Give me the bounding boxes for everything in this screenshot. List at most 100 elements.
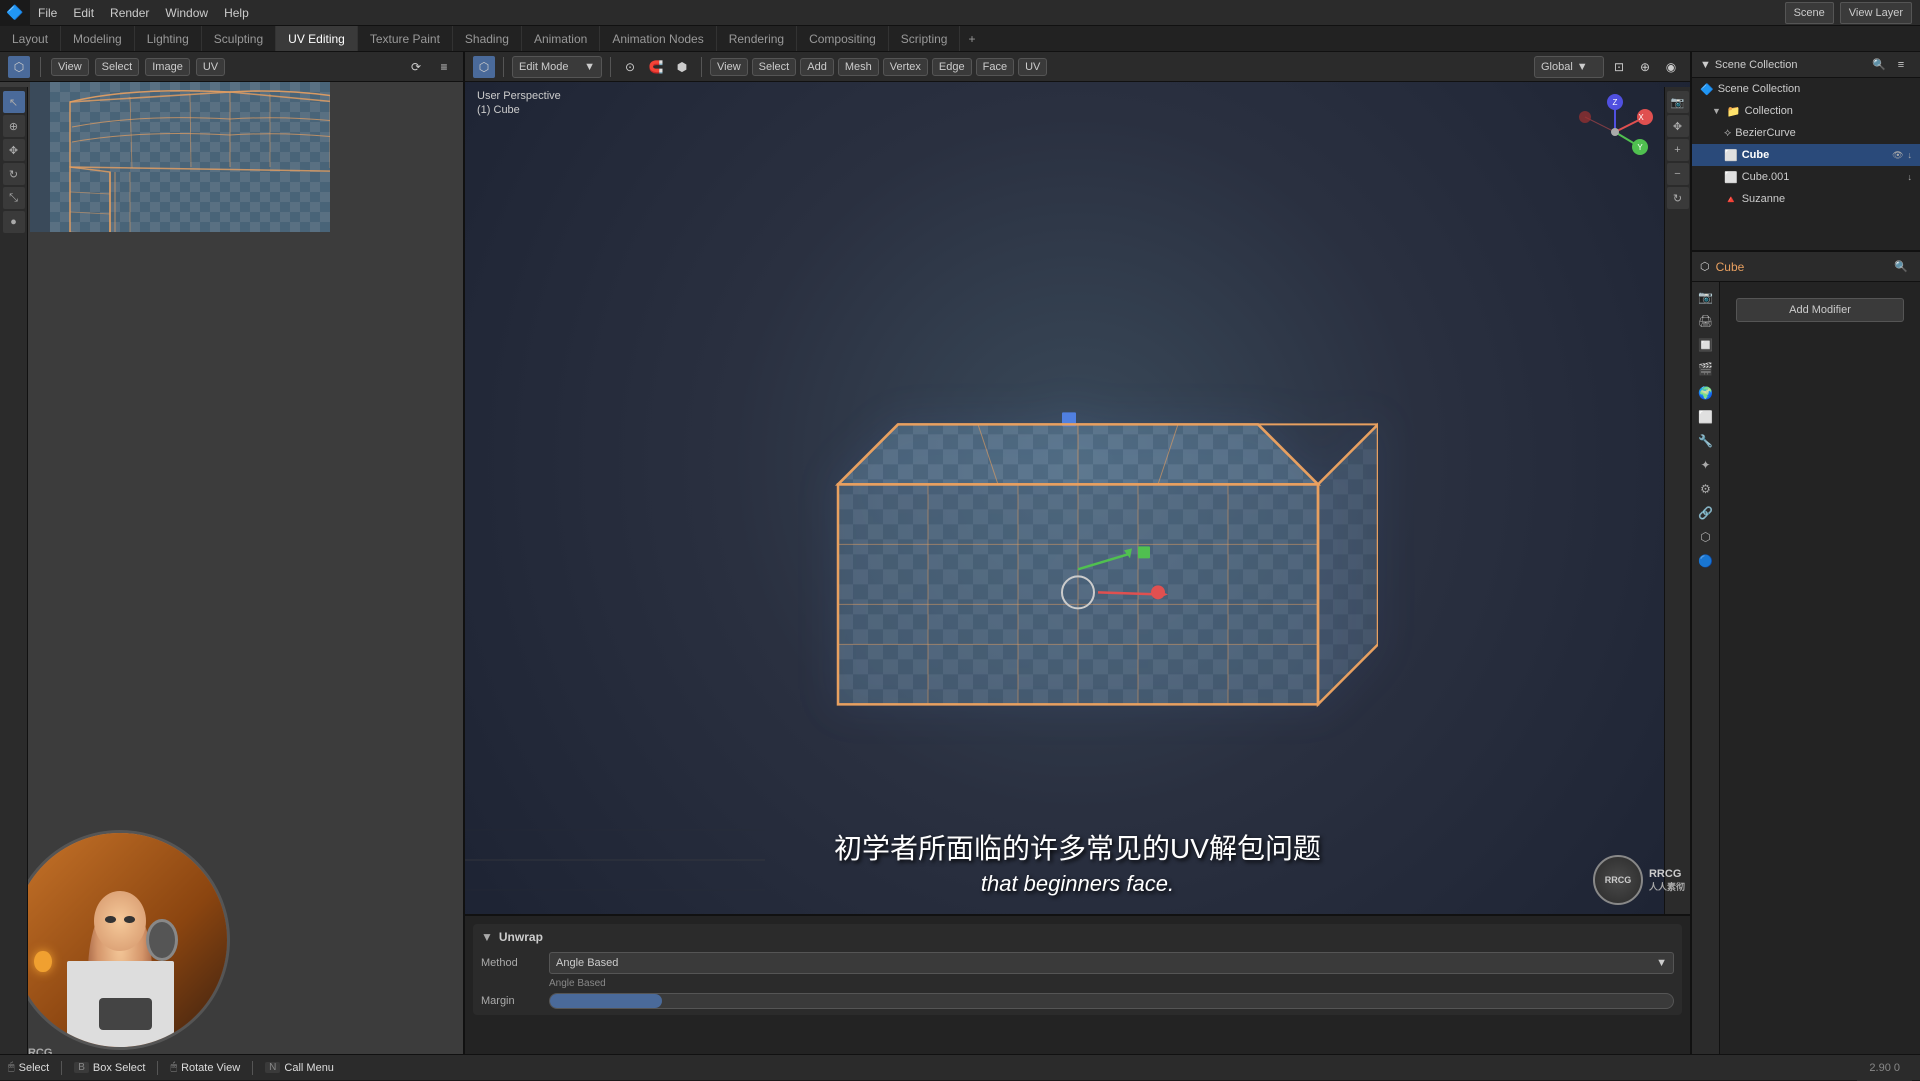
outliner-item-suzanne[interactable]: 🔺 Suzanne bbox=[1692, 188, 1920, 210]
scene-name-label: Scene bbox=[1794, 7, 1825, 19]
cube-restrict-viewport[interactable]: ↓ bbox=[1908, 150, 1913, 160]
face-btn[interactable]: Face bbox=[976, 58, 1014, 76]
svg-text:X: X bbox=[1638, 113, 1644, 122]
menu-window[interactable]: Window bbox=[157, 4, 216, 22]
menu-render[interactable]: Render bbox=[102, 4, 157, 22]
outliner-section: ▼ Scene Collection 🔍 ≡ 🔷 Scene Collectio… bbox=[1692, 52, 1920, 252]
tab-layout[interactable]: Layout bbox=[0, 26, 61, 51]
prop-world-icon[interactable]: 🌍 bbox=[1695, 382, 1717, 404]
view-menu-btn[interactable]: View bbox=[51, 58, 89, 76]
view-btn[interactable]: View bbox=[710, 58, 748, 76]
uv-editor-mode-icon[interactable]: ⬡ bbox=[8, 56, 30, 78]
nav-pan[interactable]: ✥ bbox=[1667, 115, 1689, 137]
snapping[interactable]: 🧲 bbox=[645, 56, 667, 78]
rotate-view-status: 🖱 Rotate View bbox=[170, 1061, 240, 1074]
prop-particles-icon[interactable]: ✦ bbox=[1695, 454, 1717, 476]
outliner-item-cube001[interactable]: ⬜ Cube.001 ↓ bbox=[1692, 166, 1920, 188]
add-workspace-tab[interactable]: + bbox=[960, 29, 983, 49]
box-select-status: B Box Select bbox=[74, 1062, 145, 1074]
prop-object-data-icon[interactable]: ⬡ bbox=[1695, 526, 1717, 548]
prop-modifier-icon[interactable]: 🔧 bbox=[1695, 430, 1717, 452]
tab-uv-editing[interactable]: UV Editing bbox=[276, 26, 358, 51]
menu-edit[interactable]: Edit bbox=[65, 4, 102, 22]
menu-help[interactable]: Help bbox=[216, 4, 257, 22]
menu-file[interactable]: File bbox=[30, 4, 65, 22]
view-layer-btn[interactable]: View Layer bbox=[1840, 2, 1912, 24]
tab-rendering[interactable]: Rendering bbox=[717, 26, 797, 51]
proportional2[interactable]: ◉ bbox=[1660, 56, 1682, 78]
tab-animation[interactable]: Animation bbox=[522, 26, 600, 51]
overlay-icon[interactable]: ⬢ bbox=[671, 56, 693, 78]
prop-output-icon[interactable]: 🖨 bbox=[1695, 310, 1717, 332]
method-dropdown[interactable]: Angle Based ▼ bbox=[549, 952, 1674, 974]
transform-pivot[interactable]: ⊡ bbox=[1608, 56, 1630, 78]
prop-physics-icon[interactable]: ⚙ bbox=[1695, 478, 1717, 500]
uv-viewport[interactable]: RRCG 人人素彻 bbox=[0, 52, 463, 1080]
tab-scripting[interactable]: Scripting bbox=[889, 26, 961, 51]
uv-editor-toolbar: ⬡ View Select Image UV ⟳ ≡ bbox=[0, 52, 463, 82]
tab-texture-paint[interactable]: Texture Paint bbox=[358, 26, 453, 51]
vertex-btn[interactable]: Vertex bbox=[883, 58, 928, 76]
edge-btn[interactable]: Edge bbox=[932, 58, 972, 76]
outliner-item-beziercurve[interactable]: ⟡ BezierCurve bbox=[1692, 122, 1920, 144]
image-menu-btn[interactable]: Image bbox=[145, 58, 190, 76]
prop-render-icon[interactable]: 📷 bbox=[1695, 286, 1717, 308]
nav-orbit[interactable]: ↻ bbox=[1667, 187, 1689, 209]
margin-slider[interactable] bbox=[549, 993, 1674, 1009]
add-modifier-button[interactable]: Add Modifier bbox=[1736, 298, 1904, 322]
tab-compositing[interactable]: Compositing bbox=[797, 26, 889, 51]
uv-side-tools: ↖ ⊕ ✥ ↻ ⤡ ⦁ bbox=[0, 87, 28, 1080]
outliner-item-scene-collection[interactable]: 🔷 Scene Collection bbox=[1692, 78, 1920, 100]
tab-modeling[interactable]: Modeling bbox=[61, 26, 135, 51]
select-menu-btn[interactable]: Select bbox=[95, 58, 140, 76]
nav-camera[interactable]: 📷 bbox=[1667, 91, 1689, 113]
add-btn[interactable]: Add bbox=[800, 58, 834, 76]
tab-animation-nodes[interactable]: Animation Nodes bbox=[600, 26, 716, 51]
tab-sculpting[interactable]: Sculpting bbox=[202, 26, 276, 51]
outliner-item-collection[interactable]: ▼ 📁 Collection bbox=[1692, 100, 1920, 122]
prop-constraints-icon[interactable]: 🔗 bbox=[1695, 502, 1717, 524]
mesh-btn[interactable]: Mesh bbox=[838, 58, 879, 76]
tool-pinch[interactable]: ⦁ bbox=[3, 211, 25, 233]
outliner-item-cube[interactable]: ⬜ Cube 👁 ↓ bbox=[1692, 144, 1920, 166]
transform-space-dropdown[interactable]: Global ▼ bbox=[1534, 56, 1604, 78]
tool-move[interactable]: ✥ bbox=[3, 139, 25, 161]
tool-cursor[interactable]: ⊕ bbox=[3, 115, 25, 137]
cube-restrict-render[interactable]: 👁 bbox=[1892, 150, 1903, 161]
scene-selector[interactable]: Scene bbox=[1785, 2, 1834, 24]
outliner-filter[interactable]: ≡ bbox=[1890, 54, 1912, 76]
unwrap-panel: ▼ Unwrap Method Angle Based ▼ Angle Base… bbox=[465, 914, 1690, 1054]
uv-view-options-icon[interactable]: ≡ bbox=[433, 56, 455, 78]
select-btn[interactable]: Select bbox=[752, 58, 797, 76]
call-menu-status: N Call Menu bbox=[265, 1062, 334, 1074]
prop-scene-icon[interactable]: 🎬 bbox=[1695, 358, 1717, 380]
prop-view-layer-icon[interactable]: 🔲 bbox=[1695, 334, 1717, 356]
edit-mode-dropdown[interactable]: Edit Mode ▼ bbox=[512, 56, 602, 78]
tool-select[interactable]: ↖ bbox=[3, 91, 25, 113]
nav-zoom-in[interactable]: + bbox=[1667, 139, 1689, 161]
tool-rotate[interactable]: ↻ bbox=[3, 163, 25, 185]
viewport-gizmo[interactable]: X Y Z bbox=[1575, 92, 1655, 172]
collection-label: Collection bbox=[1745, 105, 1793, 117]
uv-sync-icon[interactable]: ⟳ bbox=[405, 56, 427, 78]
cube-icon: ⬜ bbox=[1724, 149, 1738, 162]
rotate-key: 🖱 bbox=[170, 1061, 177, 1074]
tab-lighting[interactable]: Lighting bbox=[135, 26, 202, 51]
uv-menu-btn[interactable]: UV bbox=[196, 58, 225, 76]
select-key-icon: 🖱 bbox=[8, 1061, 15, 1074]
uv-btn[interactable]: UV bbox=[1018, 58, 1047, 76]
prop-material-icon[interactable]: 🔵 bbox=[1695, 550, 1717, 572]
outliner-search[interactable]: 🔍 bbox=[1868, 54, 1890, 76]
properties-search[interactable]: 🔍 bbox=[1890, 256, 1912, 278]
nav-zoom-out[interactable]: − bbox=[1667, 163, 1689, 185]
object-text: (1) Cube bbox=[477, 104, 520, 116]
object-label: (1) Cube bbox=[477, 104, 520, 116]
proportional-editing[interactable]: ⊙ bbox=[619, 56, 641, 78]
mode-icon[interactable]: ⬡ bbox=[473, 56, 495, 78]
tool-scale[interactable]: ⤡ bbox=[3, 187, 25, 209]
call-menu-key: N bbox=[265, 1062, 280, 1073]
prop-object-icon[interactable]: ⬜ bbox=[1695, 406, 1717, 428]
snapping2[interactable]: ⊕ bbox=[1634, 56, 1656, 78]
outliner-header: ▼ Scene Collection 🔍 ≡ bbox=[1692, 52, 1920, 78]
tab-shading[interactable]: Shading bbox=[453, 26, 522, 51]
